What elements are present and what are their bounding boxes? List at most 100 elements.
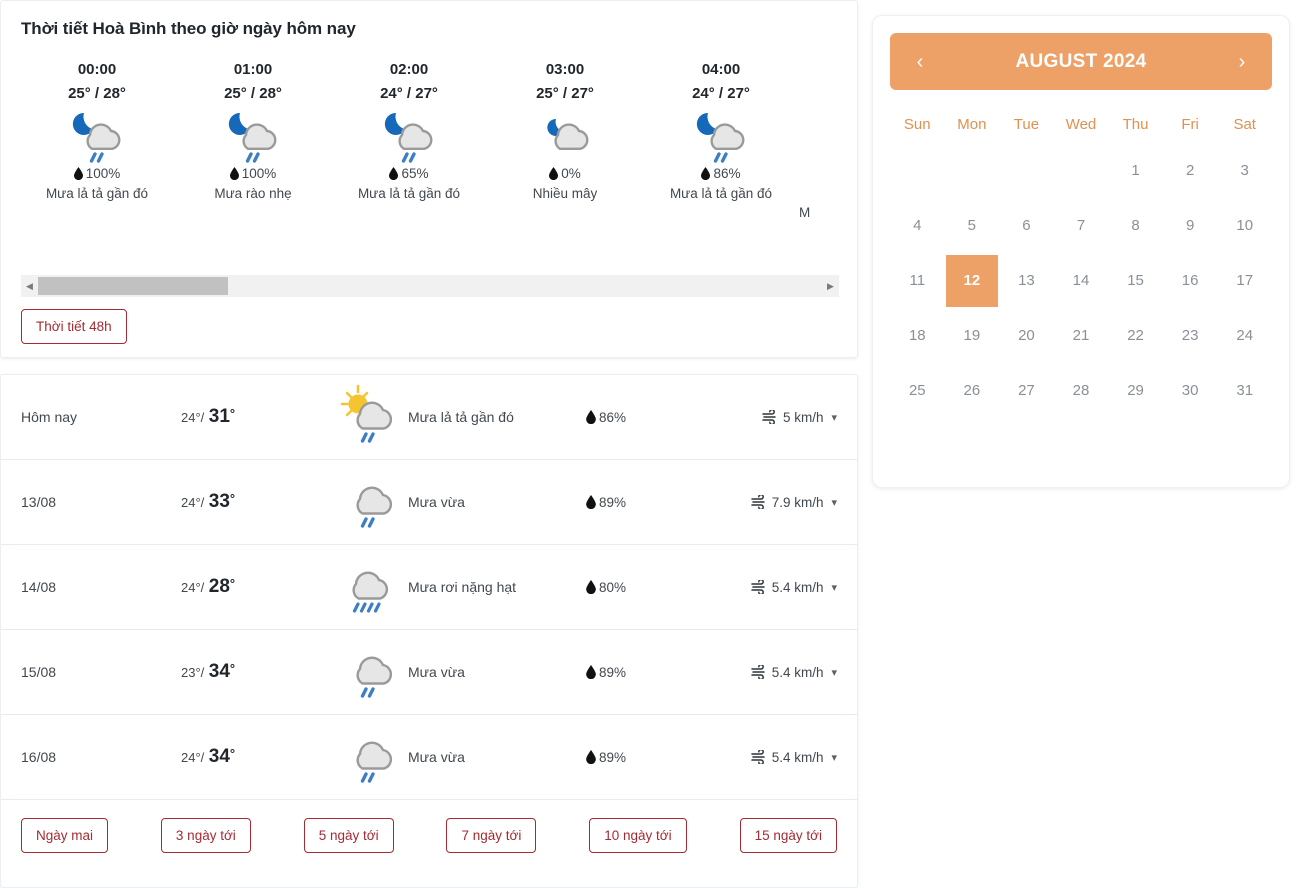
range-button-5-days[interactable]: 5 ngày tới — [303, 818, 394, 853]
hour-desc: Nhiều mây — [532, 186, 598, 201]
range-button-10-days[interactable]: 10 ngày tới — [589, 818, 687, 853]
table-row[interactable]: Hôm nay 24°/ 31° Mưa lả tả gần đó 86% 5 … — [1, 375, 857, 460]
hourly-scroll-viewport[interactable]: 00:00 25° / 28° 100% Mưa lả tả gần đó 01… — [1, 61, 857, 231]
calendar-day[interactable]: 11 — [890, 253, 945, 308]
chevron-down-icon[interactable]: ▾ — [831, 411, 837, 424]
daily-condition: Mưa vừa — [336, 724, 586, 791]
calendar-day[interactable]: 7 — [1054, 198, 1109, 253]
calendar-day[interactable]: 5 — [945, 198, 1000, 253]
hour-temp: 24° / 27° — [380, 85, 438, 102]
calendar-next-month-icon[interactable]: › — [1232, 52, 1252, 72]
calendar-empty-cell — [999, 143, 1054, 198]
calendar-day-selected[interactable]: 12 — [945, 253, 1000, 308]
calendar-day[interactable]: 4 — [890, 198, 945, 253]
range-button-tomorrow[interactable]: Ngày mai — [21, 818, 109, 853]
cloud-rain-icon — [336, 724, 404, 791]
calendar-day[interactable]: 27 — [999, 363, 1054, 418]
calendar-day[interactable]: 20 — [999, 308, 1054, 363]
chevron-down-icon[interactable]: ▾ — [831, 751, 837, 764]
calendar-day[interactable]: 16 — [1163, 253, 1218, 308]
calendar-day[interactable]: 18 — [890, 308, 945, 363]
calendar-day[interactable]: 9 — [1163, 198, 1218, 253]
horizontal-scrollbar[interactable]: ◀ ▶ — [21, 275, 839, 297]
daily-condition-text: Mưa rơi nặng hạt — [408, 579, 517, 595]
daily-wind[interactable]: 5.4 km/h ▾ — [721, 750, 837, 765]
calendar-day[interactable]: 14 — [1054, 253, 1109, 308]
hourly-column[interactable]: 03:00 25° / 27° 0% Nhiều mây — [487, 61, 643, 201]
daily-wind[interactable]: 5 km/h ▾ — [721, 410, 837, 425]
scroll-left-arrow-icon[interactable]: ◀ — [21, 281, 38, 291]
calendar-day[interactable]: 10 — [1217, 198, 1272, 253]
calendar-day[interactable]: 25 — [890, 363, 945, 418]
calendar-day[interactable]: 21 — [1054, 308, 1109, 363]
daily-humidity-value: 89% — [599, 749, 627, 765]
weather-48h-button[interactable]: Thời tiết 48h — [21, 309, 127, 344]
calendar-day[interactable]: 29 — [1108, 363, 1163, 418]
calendar-day[interactable]: 2 — [1163, 143, 1218, 198]
hourly-column[interactable]: 02:00 24° / 27° 65% Mưa lả tả gần đó — [331, 61, 487, 201]
cloud-rain-icon — [336, 639, 404, 706]
calendar-day[interactable]: 28 — [1054, 363, 1109, 418]
calendar-day[interactable]: 19 — [945, 308, 1000, 363]
chevron-down-icon[interactable]: ▾ — [831, 496, 837, 509]
calendar-day-number: 2 — [1185, 162, 1195, 179]
table-row[interactable]: 15/08 23°/ 34° Mưa vừa 89% 5.4 km/h ▾ — [1, 630, 857, 715]
calendar-day[interactable]: 15 — [1108, 253, 1163, 308]
temp-separator: / — [200, 665, 205, 680]
calendar-day[interactable]: 1 — [1108, 143, 1163, 198]
table-row[interactable]: 14/08 24°/ 28° Mưa rơi nặng hạt 80% 5.4 … — [1, 545, 857, 630]
calendar-day-number: 21 — [1072, 327, 1090, 344]
calendar-day[interactable]: 24 — [1217, 308, 1272, 363]
table-row[interactable]: 13/08 24°/ 33° Mưa vừa 89% 7.9 km/h ▾ — [1, 460, 857, 545]
daily-humidity: 80% — [586, 580, 721, 595]
calendar-day-number: 12 — [945, 254, 998, 307]
calendar-day[interactable]: 31 — [1217, 363, 1272, 418]
calendar-day[interactable]: 26 — [945, 363, 1000, 418]
scroll-right-arrow-icon[interactable]: ▶ — [822, 281, 839, 291]
daily-wind[interactable]: 5.4 km/h ▾ — [721, 665, 837, 680]
hour-desc: Mưa lả tả gần đó — [357, 186, 461, 201]
calendar-day[interactable]: 23 — [1163, 308, 1218, 363]
daily-temperature: 24°/ 33° — [181, 491, 336, 513]
calendar-day-number: 13 — [1018, 272, 1035, 289]
calendar-day-number: 16 — [1181, 272, 1199, 289]
calendar-day[interactable]: 30 — [1163, 363, 1218, 418]
calendar-day-number: 24 — [1236, 327, 1254, 344]
range-button-3-days[interactable]: 3 ngày tới — [160, 818, 251, 853]
daily-condition: Mưa vừa — [336, 469, 586, 536]
daily-wind[interactable]: 7.9 km/h ▾ — [721, 495, 837, 510]
hour-precip-value: 0% — [561, 166, 581, 181]
daily-condition: Mưa vừa — [336, 639, 586, 706]
hourly-column[interactable]: 04:00 24° / 27° 86% Mưa lả tả gần đó — [643, 61, 799, 201]
hour-temp: 25° / 28° — [224, 85, 282, 102]
daily-humidity: 89% — [586, 665, 721, 680]
moon-cloud-rain-icon — [175, 106, 331, 164]
calendar-day-number: 5 — [967, 217, 977, 234]
hour-temp: 25° / 28° — [68, 85, 126, 102]
calendar-day[interactable]: 8 — [1108, 198, 1163, 253]
calendar-day[interactable]: 3 — [1217, 143, 1272, 198]
table-row[interactable]: 16/08 24°/ 34° Mưa vừa 89% 5.4 km/h ▾ — [1, 715, 857, 800]
range-button-7-days[interactable]: 7 ngày tới — [446, 818, 537, 853]
hourly-column[interactable]: 00:00 25° / 28° 100% Mưa lả tả gần đó — [19, 61, 175, 201]
calendar-day[interactable]: 17 — [1217, 253, 1272, 308]
calendar-day-number: 22 — [1127, 327, 1144, 344]
chevron-down-icon[interactable]: ▾ — [831, 666, 837, 679]
daily-humidity: 89% — [586, 750, 721, 765]
hourly-forecast-card: Thời tiết Hoà Bình theo giờ ngày hôm nay… — [0, 0, 858, 358]
temp-separator: / — [200, 410, 205, 425]
daily-condition-text: Mưa lả tả gần đó — [408, 409, 514, 425]
scrollbar-track[interactable] — [38, 275, 822, 297]
calendar-day[interactable]: 6 — [999, 198, 1054, 253]
calendar-day[interactable]: 13 — [999, 253, 1054, 308]
range-button-15-days[interactable]: 15 ngày tới — [739, 818, 837, 853]
hour-time: 00:00 — [77, 61, 117, 78]
hour-desc: Mưa rào nhẹ — [214, 186, 292, 201]
daily-humidity: 89% — [586, 495, 721, 510]
scrollbar-thumb[interactable] — [38, 277, 228, 295]
hourly-column[interactable]: 01:00 25° / 28° 100% Mưa rào nhẹ — [175, 61, 331, 201]
chevron-down-icon[interactable]: ▾ — [831, 581, 837, 594]
calendar-prev-month-icon[interactable]: ‹ — [910, 52, 930, 72]
calendar-day[interactable]: 22 — [1108, 308, 1163, 363]
daily-wind[interactable]: 5.4 km/h ▾ — [721, 580, 837, 595]
